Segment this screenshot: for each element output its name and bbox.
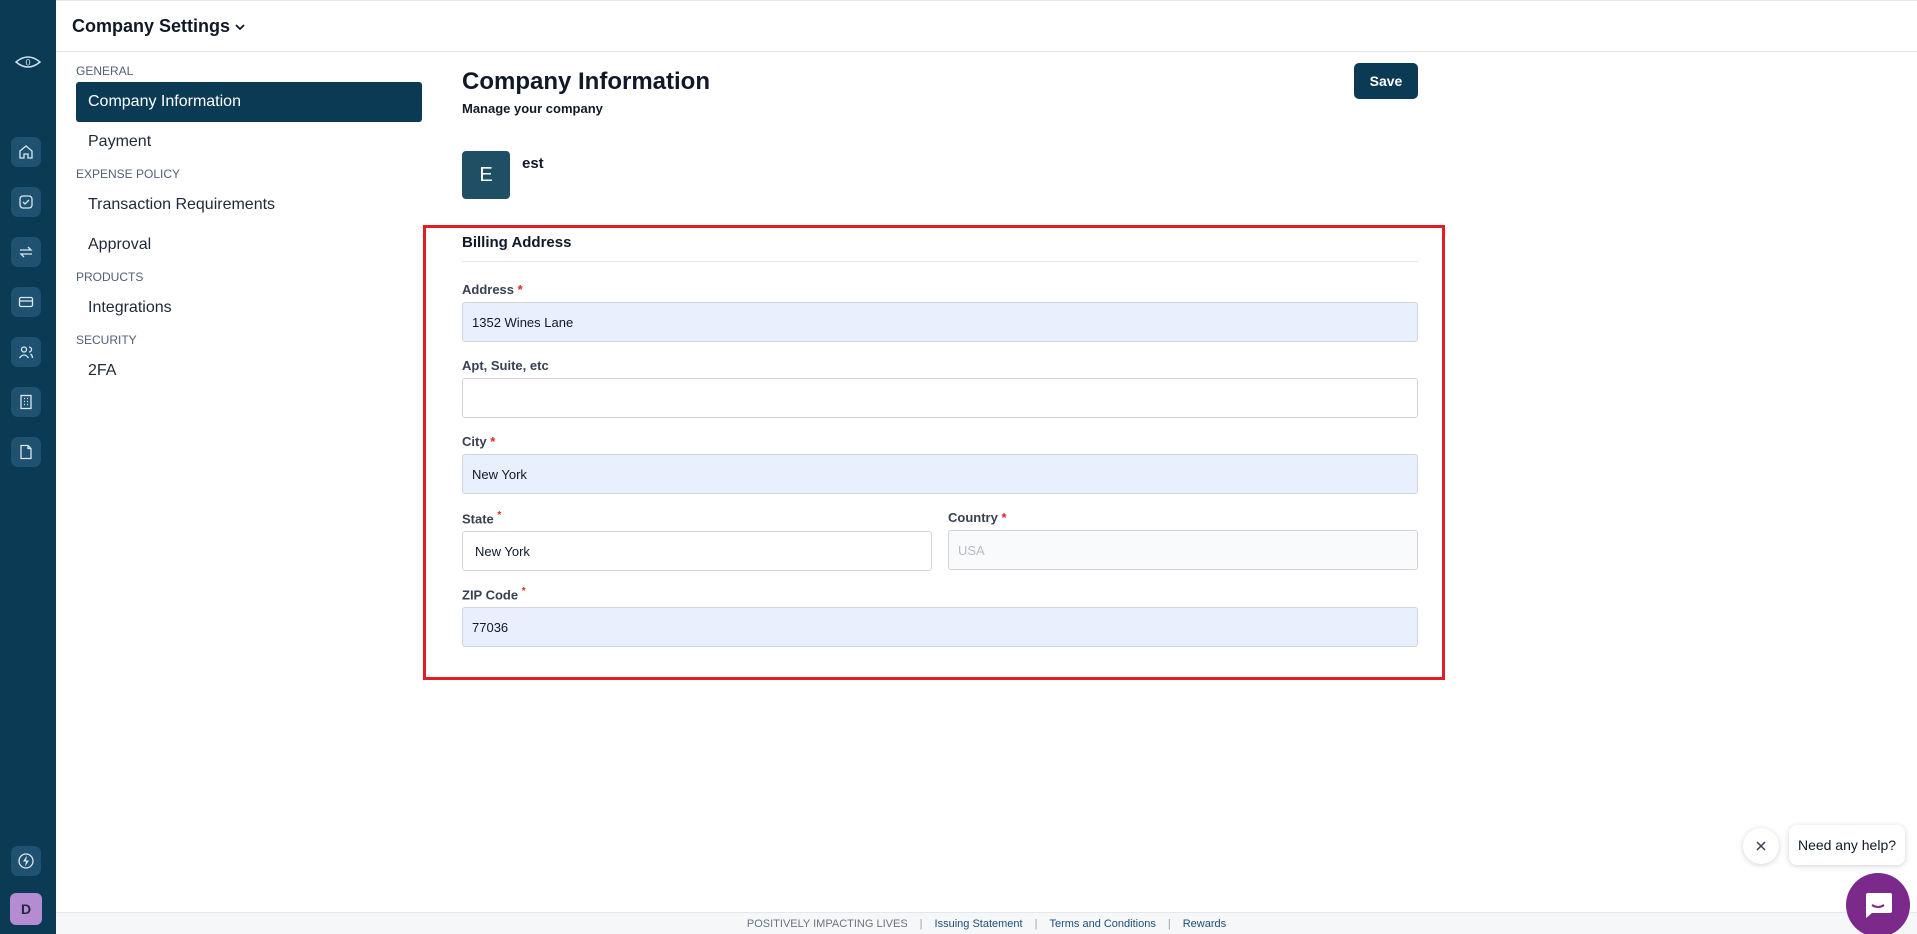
state-select[interactable]: New York [462,531,932,572]
city-input[interactable]: New York [462,454,1418,494]
home-icon[interactable] [11,137,41,167]
footer: POSITIVELY IMPACTING LIVES | Issuing Sta… [56,912,1917,934]
logo-text: 0 [25,58,30,68]
footer-separator: | [919,917,923,930]
power-icon[interactable] [11,846,41,876]
page-title: Company Information [462,68,711,95]
footer-separator: | [1167,917,1171,930]
settings-nav: GENERAL Company Information Payment EXPE… [56,52,426,391]
transfers-icon[interactable] [11,237,41,267]
chat-icon [1866,893,1892,918]
apt-label: Apt, Suite, etc [462,358,549,373]
state-field-group: State * New York [462,510,932,572]
chevron-down-icon [235,23,245,30]
zip-field-group: ZIP Code * 77036 [462,586,1418,648]
footer-link-rewards[interactable]: Rewards [1183,918,1226,930]
section-label-expense-policy: EXPENSE POLICY [76,167,181,181]
section-label-general: GENERAL [76,64,134,78]
state-label: State * [462,510,502,527]
cards-icon[interactable] [11,287,41,317]
footer-separator: | [1034,917,1038,930]
zip-input[interactable]: 77036 [462,607,1418,648]
app-rail: 0 D [0,0,56,934]
top-bar: Company Settings [56,0,1917,52]
nav-item-2fa[interactable]: 2FA [76,351,422,391]
footer-link-terms[interactable]: Terms and Conditions [1049,918,1155,930]
nav-item-approval[interactable]: Approval [76,225,422,265]
section-label-security: SECURITY [76,333,137,347]
company-name: est [522,155,544,172]
address-field-group: Address * 1352 Wines Lane [462,282,1418,342]
document-icon[interactable] [11,437,41,467]
nav-item-payment[interactable]: Payment [76,122,422,162]
company-settings-dropdown[interactable]: Company Settings [72,16,246,37]
nav-item-company-information[interactable]: Company Information [76,82,422,122]
country-input[interactable]: USA [948,530,1418,570]
apt-input[interactable] [462,378,1418,418]
nav-item-integrations[interactable]: Integrations [76,288,422,328]
save-button[interactable]: Save [1354,63,1418,99]
address-label: Address * [462,282,523,297]
help-close-button[interactable] [1743,828,1779,864]
footer-link-issuing-statement[interactable]: Issuing Statement [935,918,1023,930]
address-input[interactable]: 1352 Wines Lane [462,302,1418,342]
user-avatar[interactable]: D [10,893,42,925]
people-icon[interactable] [11,337,41,367]
approvals-icon[interactable] [11,187,41,217]
country-field-group: Country * USA [948,510,1418,570]
billing-address-title: Billing Address [462,232,1418,262]
billing-address-section: Billing Address Address * 1352 Wines Lan… [462,232,1418,648]
company-avatar[interactable]: E [462,151,510,199]
footer-tagline: POSITIVELY IMPACTING LIVES [746,917,908,930]
close-icon [1756,841,1766,851]
country-label: Country * [948,510,1007,525]
section-label-products: PRODUCTS [76,270,144,284]
city-field-group: City * New York [462,434,1418,494]
apt-field-group: Apt, Suite, etc [462,358,1418,418]
nav-item-transaction-requirements[interactable]: Transaction Requirements [76,185,422,225]
page-subtitle: Manage your company [462,101,603,116]
zip-label: ZIP Code * [462,586,526,603]
help-launcher-button[interactable] [1846,873,1910,934]
page-header-title: Company Settings [72,16,231,36]
company-icon[interactable] [11,387,41,417]
city-label: City * [462,434,496,449]
help-bubble[interactable]: Need any help? [1789,825,1905,865]
logo-icon[interactable]: 0 [14,52,42,72]
